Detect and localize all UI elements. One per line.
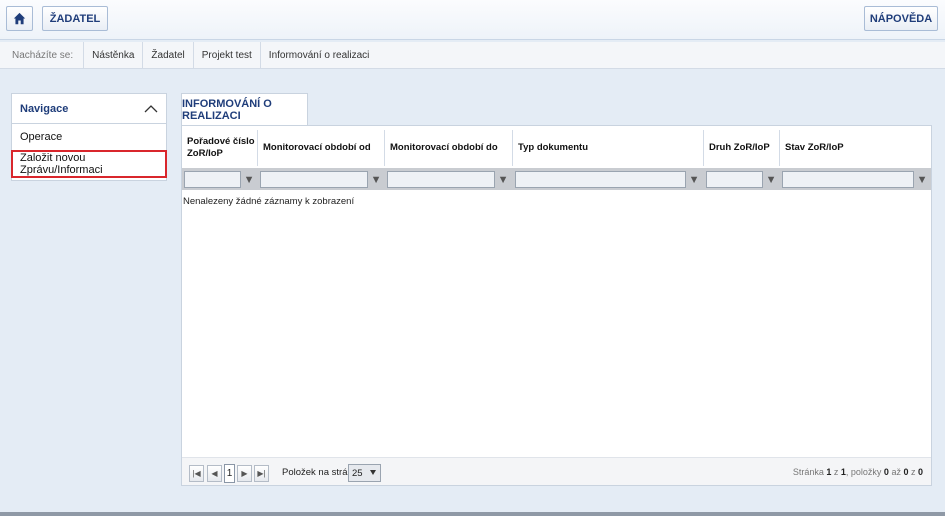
column-header-stav[interactable]: Stav ZoR/IoP: [780, 130, 931, 166]
bottom-border: [0, 512, 945, 516]
per-page-value: 25: [352, 467, 363, 479]
next-page-icon[interactable]: ▶: [237, 465, 252, 482]
column-header-poradove-cislo[interactable]: Pořadové číslo ZoR/IoP: [182, 130, 258, 166]
page-info-of-label: z: [908, 467, 918, 477]
page-info-to-label: až: [888, 467, 904, 477]
breadcrumb-label: Nacházíte se:: [12, 49, 74, 61]
home-icon: [13, 12, 26, 25]
breadcrumb-item-zadatel[interactable]: Žadatel: [142, 41, 192, 69]
prev-page-icon[interactable]: ◀: [207, 465, 222, 482]
filter-row: ▼ ▼ ▼ ▼ ▼ ▼: [182, 168, 931, 190]
main-content: INFORMOVÁNÍ O REALIZACI Pořadové číslo Z…: [181, 93, 932, 487]
filter-input-typ-dokumentu[interactable]: [515, 171, 686, 188]
home-button[interactable]: [6, 6, 33, 31]
page-info-items-label: , položky: [845, 467, 884, 477]
chevron-up-icon[interactable]: [144, 104, 158, 113]
navigation-title: Navigace: [20, 102, 69, 115]
navigation-panel: Navigace Operace Založit novou Zprávu/In…: [11, 93, 167, 181]
empty-records-message: Nenalezeny žádné záznamy k zobrazení: [183, 196, 355, 207]
breadcrumb: Nacházíte se: Nástěnka Žadatel Projekt t…: [0, 41, 945, 69]
page-info-total: 0: [917, 467, 923, 477]
per-page-select[interactable]: 25: [348, 464, 381, 482]
breadcrumb-item-projekt[interactable]: Projekt test: [192, 41, 260, 69]
filter-input-poradove-cislo[interactable]: [184, 171, 241, 188]
column-header-typ-dokumentu[interactable]: Typ dokumentu: [513, 130, 704, 166]
first-page-icon[interactable]: |◀: [189, 465, 204, 482]
data-grid: Pořadové číslo ZoR/IoP Monitorovací obdo…: [181, 125, 932, 486]
page-info-prefix: Stránka: [792, 467, 827, 477]
filter-icon[interactable]: ▼: [766, 172, 777, 187]
current-page[interactable]: 1: [224, 464, 235, 483]
column-header-druh[interactable]: Druh ZoR/IoP: [704, 130, 780, 166]
column-header-obdobi-do[interactable]: Monitorovací období do: [385, 130, 513, 166]
page-info: Stránka 1 z 1, položky 0 až 0 z 0: [793, 467, 923, 477]
napoveda-button[interactable]: NÁPOVĚDA: [864, 6, 938, 31]
navigation-header[interactable]: Navigace: [12, 94, 166, 124]
filter-input-stav[interactable]: [782, 171, 914, 188]
nav-item-zalozit-zpravu[interactable]: Založit novou Zprávu/Informaci: [11, 150, 167, 178]
filter-input-druh[interactable]: [706, 171, 763, 188]
top-bar: ŽADATEL NÁPOVĚDA: [0, 0, 945, 40]
filter-icon[interactable]: ▼: [498, 172, 509, 187]
zadatel-button[interactable]: ŽADATEL: [42, 6, 108, 31]
dropdown-arrow-icon: [370, 470, 376, 475]
filter-input-obdobi-do[interactable]: [387, 171, 495, 188]
page-info-mid: z: [831, 467, 841, 477]
last-page-icon[interactable]: ▶|: [254, 465, 269, 482]
nav-item-operace[interactable]: Operace: [12, 124, 166, 150]
filter-icon[interactable]: ▼: [371, 172, 382, 187]
breadcrumb-item-nastenka[interactable]: Nástěnka: [83, 41, 142, 69]
filter-icon[interactable]: ▼: [689, 172, 700, 187]
column-header-obdobi-od[interactable]: Monitorovací období od: [258, 130, 385, 166]
filter-icon[interactable]: ▼: [244, 172, 255, 187]
filter-input-obdobi-od[interactable]: [260, 171, 368, 188]
filter-icon[interactable]: ▼: [917, 172, 928, 187]
tab-informovani-o-realizaci[interactable]: INFORMOVÁNÍ O REALIZACI: [181, 93, 308, 125]
pager: |◀ ◀ 1 ▶ ▶| Položek na stránku 25 Stránk…: [182, 457, 931, 485]
breadcrumb-item-current: Informování o realizaci: [259, 41, 378, 69]
